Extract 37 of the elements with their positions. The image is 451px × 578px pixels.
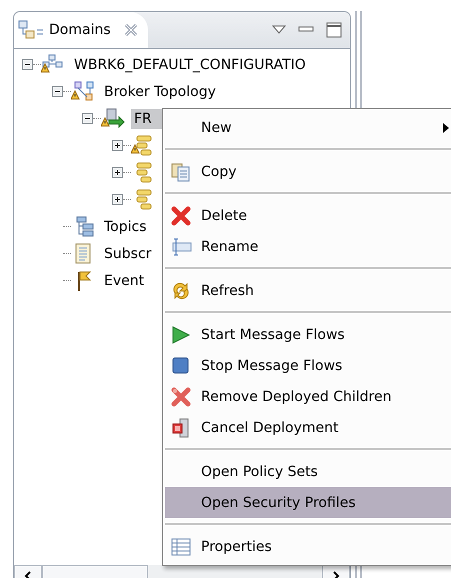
tree-item[interactable]: Topics bbox=[101, 216, 150, 236]
menu-item[interactable]: Delete bbox=[165, 200, 451, 231]
close-icon[interactable] bbox=[124, 23, 138, 37]
menu-item[interactable]: Refresh bbox=[165, 275, 451, 306]
refresh-icon bbox=[171, 280, 191, 300]
menu-item[interactable]: Properties bbox=[165, 531, 451, 562]
menu-item[interactable]: Stop Message Flows bbox=[165, 350, 451, 381]
expand-icon[interactable] bbox=[112, 140, 123, 151]
collapse-icon[interactable] bbox=[22, 59, 33, 70]
play-icon bbox=[171, 324, 191, 344]
menu-item[interactable]: Open Security Profiles bbox=[165, 487, 451, 518]
minimize-icon[interactable] bbox=[298, 26, 314, 34]
tree-item[interactable]: Event bbox=[101, 270, 148, 290]
collapse-icon[interactable] bbox=[52, 86, 63, 97]
tree-view-icon bbox=[18, 20, 46, 40]
menu-item[interactable]: Open Policy Sets bbox=[165, 456, 451, 487]
copy-icon bbox=[171, 162, 191, 182]
collapse-icon[interactable] bbox=[82, 113, 93, 124]
menu-item[interactable]: Rename bbox=[165, 231, 451, 262]
table-icon bbox=[171, 536, 191, 556]
view-menu-icon[interactable] bbox=[272, 25, 286, 35]
tree-item[interactable]: Subscr bbox=[101, 244, 154, 264]
server-cancel-icon bbox=[171, 418, 191, 438]
maximize-icon[interactable] bbox=[326, 22, 342, 38]
domains-tab[interactable]: Domains bbox=[14, 12, 148, 48]
menu-item[interactable]: Remove Deployed Children bbox=[165, 381, 451, 412]
tree-item[interactable]: WBRK6_DEFAULT_CONFIGURATIO bbox=[71, 54, 309, 74]
menu-item[interactable]: Cancel Deployment bbox=[165, 412, 451, 443]
expand-icon[interactable] bbox=[112, 194, 123, 205]
delete-icon bbox=[171, 206, 191, 226]
menu-item[interactable]: Start Message Flows bbox=[165, 319, 451, 350]
menu-item[interactable]: Copy bbox=[165, 156, 451, 187]
tree-item[interactable]: Broker Topology bbox=[101, 82, 219, 102]
expand-icon[interactable] bbox=[112, 167, 123, 178]
remove-icon bbox=[171, 386, 191, 406]
stop-icon bbox=[171, 356, 191, 376]
rename-icon bbox=[171, 236, 193, 256]
